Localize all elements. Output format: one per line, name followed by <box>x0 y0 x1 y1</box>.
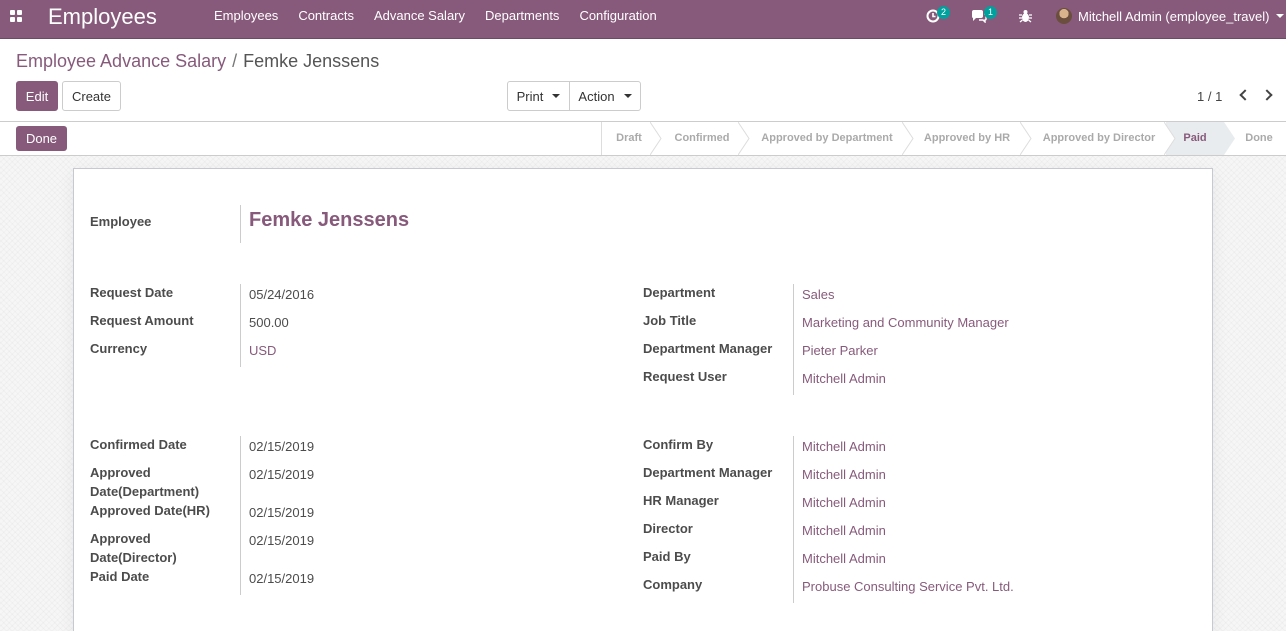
paid-by-label: Paid By <box>643 549 691 564</box>
main-menu: Employees Contracts Advance Salary Depar… <box>204 0 667 32</box>
top-navbar: Employees Employees Contracts Advance Sa… <box>0 0 1286 39</box>
stage-approved-department[interactable]: Approved by Department <box>748 122 906 155</box>
company-value[interactable]: Probuse Consulting Service Pvt. Ltd. <box>802 577 1014 596</box>
chevron-down-icon <box>552 94 561 98</box>
stage-divider <box>1164 122 1176 155</box>
message-count-badge: 1 <box>984 6 998 19</box>
done-button[interactable]: Done <box>16 126 67 151</box>
director-label: Director <box>643 521 693 536</box>
confirm-by-value[interactable]: Mitchell Admin <box>802 437 886 456</box>
menu-employees[interactable]: Employees <box>204 0 288 32</box>
department-manager-value[interactable]: Pieter Parker <box>802 341 878 360</box>
stage-draft[interactable]: Draft <box>601 122 656 155</box>
statusbar: Done Draft Confirmed Approved by Departm… <box>0 121 1286 156</box>
chevron-right-icon[interactable] <box>1261 89 1273 101</box>
approved-date-hr-label: Approved Date(HR) <box>90 503 210 518</box>
breadcrumb-parent[interactable]: Employee Advance Salary <box>16 51 226 71</box>
department-value[interactable]: Sales <box>802 285 835 304</box>
currency-label: Currency <box>90 341 148 356</box>
employee-label: Employee <box>90 214 152 229</box>
department-manager-2-label: Department Manager <box>643 465 773 480</box>
create-button[interactable]: Create <box>62 81 121 111</box>
field-divider <box>793 436 794 603</box>
print-dropdown[interactable]: Print <box>507 81 570 111</box>
request-date-label: Request Date <box>90 285 174 300</box>
paid-date-label: Paid Date <box>90 569 150 584</box>
hr-manager-label: HR Manager <box>643 493 719 508</box>
chevron-down-icon <box>1276 14 1285 18</box>
company-label: Company <box>643 577 703 592</box>
bug-icon <box>1019 10 1032 23</box>
menu-configuration[interactable]: Configuration <box>569 0 666 32</box>
stage-confirmed[interactable]: Confirmed <box>660 122 744 155</box>
request-amount-label: Request Amount <box>90 313 194 328</box>
activity-count-badge: 2 <box>937 6 951 19</box>
director-value[interactable]: Mitchell Admin <box>802 521 886 540</box>
request-user-value[interactable]: Mitchell Admin <box>802 369 886 388</box>
field-divider <box>240 284 241 367</box>
paid-by-value[interactable]: Mitchell Admin <box>802 549 886 568</box>
stage-approved-director[interactable]: Approved by Director <box>1030 122 1168 155</box>
approved-date-director-label-line1: Approved <box>90 531 151 546</box>
stage-done[interactable]: Done <box>1234 122 1284 155</box>
department-manager-label: Department Manager <box>643 341 773 356</box>
debug-menu[interactable] <box>1018 0 1036 32</box>
user-name: Mitchell Admin (employee_travel) <box>1078 8 1270 24</box>
job-title-value[interactable]: Marketing and Community Manager <box>802 313 1009 332</box>
breadcrumb-separator: / <box>232 51 238 71</box>
menu-advance-salary[interactable]: Advance Salary <box>364 0 475 32</box>
department-label: Department <box>643 285 716 300</box>
avatar <box>1056 8 1072 24</box>
messaging-menu[interactable]: 1 <box>970 0 1000 32</box>
app-brand[interactable]: Employees <box>48 4 157 30</box>
pager-value[interactable]: 1 / 1 <box>1197 89 1222 104</box>
field-divider <box>793 284 794 395</box>
paid-date-value[interactable]: 02/15/2019 <box>249 569 314 588</box>
confirmed-date-value[interactable]: 02/15/2019 <box>249 437 314 456</box>
apps-icon[interactable] <box>10 10 24 24</box>
currency-value[interactable]: USD <box>249 341 276 360</box>
user-menu[interactable]: Mitchell Admin (employee_travel) <box>1056 0 1285 32</box>
approved-date-department-label-line1: Approved <box>90 465 151 480</box>
chevron-down-icon <box>623 94 632 98</box>
activity-menu[interactable]: 2 <box>924 0 954 32</box>
breadcrumb-current: Femke Jenssens <box>243 51 380 71</box>
hr-manager-value[interactable]: Mitchell Admin <box>802 493 886 512</box>
print-label: Print <box>516 88 544 104</box>
request-amount-value[interactable]: 500.00 <box>249 313 289 332</box>
action-label: Action <box>578 88 615 104</box>
request-user-label: Request User <box>643 369 727 384</box>
chevron-left-icon[interactable] <box>1239 89 1251 101</box>
confirm-by-label: Confirm By <box>643 437 714 452</box>
request-date-value[interactable]: 05/24/2016 <box>249 285 314 304</box>
action-dropdown[interactable]: Action <box>569 81 641 111</box>
approved-date-director-value[interactable]: 02/15/2019 <box>249 531 314 550</box>
job-title-label: Job Title <box>643 313 697 328</box>
approved-date-department-label-line2: Date(Department) <box>90 484 200 499</box>
confirmed-date-label: Confirmed Date <box>90 437 187 452</box>
field-divider <box>240 436 241 595</box>
approved-date-hr-value[interactable]: 02/15/2019 <box>249 503 314 522</box>
breadcrumb: Employee Advance Salary / Femke Jenssens <box>16 51 379 72</box>
stage-approved-hr[interactable]: Approved by HR <box>912 122 1022 155</box>
approved-date-director-label-line2: Date(Director) <box>90 550 177 565</box>
employee-name[interactable]: Femke Jenssens <box>249 209 409 232</box>
department-manager-2-value[interactable]: Mitchell Admin <box>802 465 886 484</box>
approved-date-department-value[interactable]: 02/15/2019 <box>249 465 314 484</box>
menu-contracts[interactable]: Contracts <box>288 0 364 32</box>
field-divider <box>240 205 241 243</box>
edit-button[interactable]: Edit <box>16 81 58 111</box>
menu-departments[interactable]: Departments <box>475 0 569 32</box>
